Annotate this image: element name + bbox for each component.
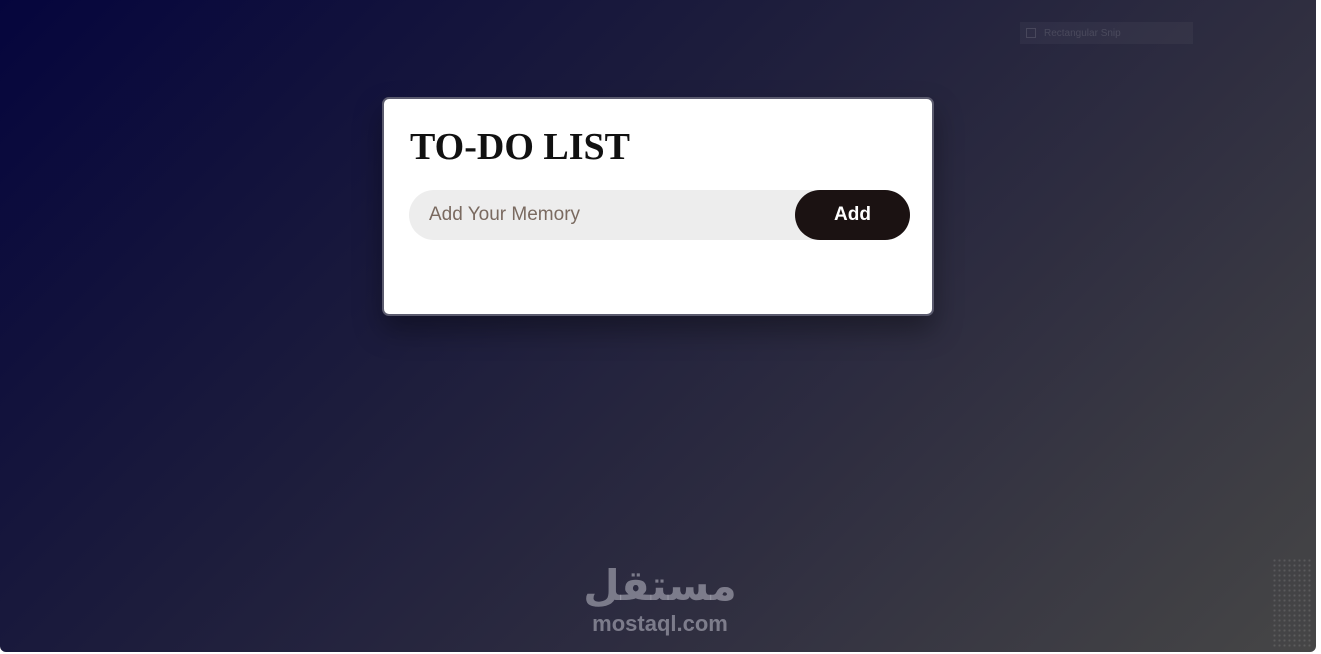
dot-pattern <box>1272 558 1312 648</box>
watermark-arabic: مستقل <box>583 561 737 610</box>
todo-card: TO-DO LIST Add <box>382 97 934 316</box>
snip-toolbar[interactable]: Rectangular Snip <box>1020 22 1193 44</box>
input-row: Add <box>409 190 910 240</box>
watermark: مستقل mostaql.com <box>560 560 760 636</box>
page-background: Rectangular Snip TO-DO LIST Add مستقل mo… <box>0 0 1316 652</box>
snip-label: Rectangular Snip <box>1044 27 1121 39</box>
snip-icon <box>1026 28 1036 38</box>
page-title: TO-DO LIST <box>410 126 630 168</box>
add-button[interactable]: Add <box>795 190 910 240</box>
memory-input[interactable] <box>409 190 799 240</box>
watermark-latin: mostaql.com <box>592 611 728 636</box>
